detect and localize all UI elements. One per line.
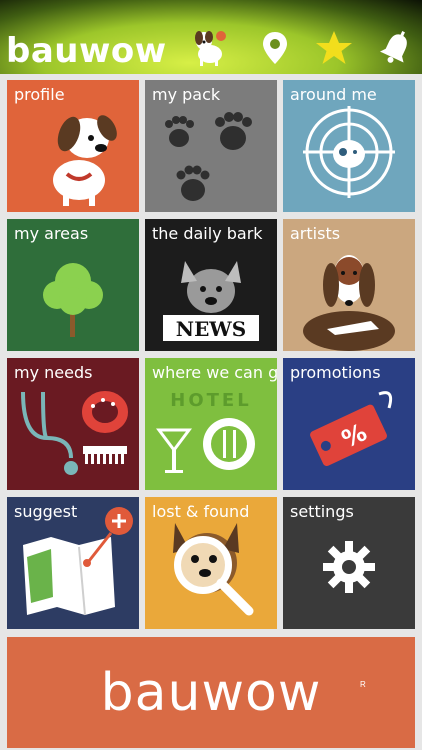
tile-label: around me bbox=[290, 85, 377, 104]
tile-label: my areas bbox=[14, 224, 89, 243]
tile-label: profile bbox=[14, 85, 65, 104]
tile-label: lost & found bbox=[152, 502, 250, 521]
star-icon[interactable] bbox=[314, 28, 354, 68]
tile-profile[interactable]: profile bbox=[7, 80, 139, 212]
tile-label: my needs bbox=[14, 363, 93, 382]
tile-settings[interactable]: settings bbox=[283, 497, 415, 629]
tile-label: where we can go bbox=[152, 363, 277, 382]
tile-my-needs[interactable]: my needs bbox=[7, 358, 139, 490]
tile-label: my pack bbox=[152, 85, 221, 104]
tile-the-daily-bark[interactable]: NEWS the daily bark bbox=[145, 219, 277, 351]
banner-logo: bauwow bbox=[100, 663, 322, 723]
svg-text:NEWS: NEWS bbox=[176, 317, 246, 341]
bell-icon[interactable] bbox=[376, 28, 416, 68]
tile-where-we-can-go[interactable]: HOTEL where we can go bbox=[145, 358, 277, 490]
tile-artists[interactable]: artists bbox=[283, 219, 415, 351]
tile-promotions[interactable]: % promotions bbox=[283, 358, 415, 490]
app-header: bauwow bbox=[0, 0, 422, 74]
tile-label: the daily bark bbox=[152, 224, 263, 243]
tile-label: settings bbox=[290, 502, 354, 521]
tile-label: artists bbox=[290, 224, 341, 243]
dog-mascot-icon[interactable] bbox=[190, 28, 230, 68]
tile-my-pack[interactable]: my pack bbox=[145, 80, 277, 212]
app-logo: bauwow bbox=[6, 31, 167, 71]
tile-label: suggest bbox=[14, 502, 78, 521]
tile-label: promotions bbox=[290, 363, 381, 382]
promo-banner[interactable]: bauwow R bbox=[7, 637, 415, 748]
tile-suggest[interactable]: suggest bbox=[7, 497, 139, 629]
registered-mark: R bbox=[360, 680, 366, 689]
tile-my-areas[interactable]: my areas bbox=[7, 219, 139, 351]
tile-lost-found[interactable]: lost & found bbox=[145, 497, 277, 629]
tile-around-me[interactable]: around me bbox=[283, 80, 415, 212]
svg-text:HOTEL: HOTEL bbox=[170, 390, 251, 411]
location-pin-icon[interactable] bbox=[255, 28, 295, 68]
